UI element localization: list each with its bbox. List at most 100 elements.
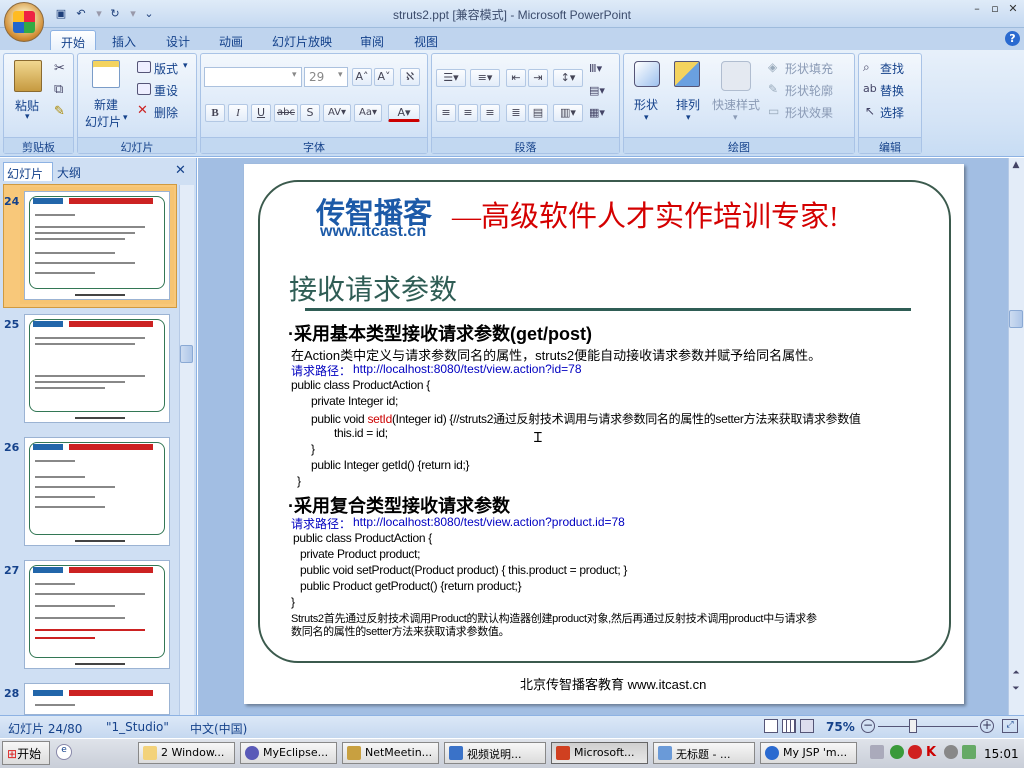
tab-home[interactable]: 开始 xyxy=(50,30,96,50)
minimize-button[interactable]: – xyxy=(968,2,986,18)
slide-scroll-thumb[interactable] xyxy=(1009,310,1023,328)
tab-animations[interactable]: 动画 xyxy=(213,30,249,50)
clear-format-icon[interactable]: ℵ xyxy=(400,68,420,86)
tab-slides-panel[interactable]: 幻灯片 xyxy=(3,162,53,181)
align-right-icon[interactable]: ≡ xyxy=(480,104,500,122)
tab-design[interactable]: 设计 xyxy=(160,30,196,50)
increase-indent-icon[interactable]: ⇥ xyxy=(528,69,548,87)
tab-slideshow[interactable]: 幻灯片放映 xyxy=(266,30,338,50)
align-left-icon[interactable]: ≡ xyxy=(436,104,456,122)
bold-icon[interactable]: B xyxy=(205,104,225,122)
slide-thumbnail[interactable] xyxy=(24,191,170,300)
slideshow-view-icon[interactable] xyxy=(800,719,814,733)
start-button[interactable]: ⊞开始 xyxy=(2,741,50,765)
slide-thumbnail[interactable] xyxy=(24,314,170,423)
arrange-icon[interactable] xyxy=(674,61,700,87)
smartart-icon[interactable]: ▦▾ xyxy=(589,106,605,119)
reset-button[interactable]: 重设 xyxy=(154,82,178,99)
underline-icon[interactable]: U xyxy=(251,104,271,122)
shapes-button[interactable]: 形状 xyxy=(634,96,658,113)
quick-styles-icon[interactable] xyxy=(721,61,751,91)
language-indicator[interactable]: 中文(中国) xyxy=(190,720,247,737)
tray-network-icon[interactable] xyxy=(870,745,884,759)
cut-icon[interactable]: ✂ xyxy=(54,61,65,76)
align-center-icon[interactable]: ≡ xyxy=(458,104,478,122)
shrink-font-icon[interactable]: A˅ xyxy=(374,68,394,86)
zoom-slider-handle[interactable] xyxy=(909,719,917,733)
task-button[interactable]: My JSP 'm... xyxy=(760,742,857,764)
task-button[interactable]: 视频说明... xyxy=(444,742,546,764)
layout-button[interactable]: 版式 xyxy=(154,60,178,77)
paste-icon[interactable] xyxy=(14,60,42,92)
slide-sorter-icon[interactable] xyxy=(782,719,796,733)
decrease-indent-icon[interactable]: ⇤ xyxy=(506,69,526,87)
close-button[interactable]: ✕ xyxy=(1004,2,1022,18)
shapes-icon[interactable] xyxy=(634,61,660,87)
tray-antivirus-icon[interactable] xyxy=(944,745,958,759)
char-spacing-icon[interactable]: AV▾ xyxy=(323,104,351,122)
tab-review[interactable]: 审阅 xyxy=(354,30,390,50)
task-button[interactable]: Microsoft... xyxy=(551,742,648,764)
font-size-dropdown-icon[interactable]: ▾ xyxy=(338,70,343,80)
slide-scrollbar[interactable] xyxy=(1008,158,1024,715)
format-painter-icon[interactable]: ✎ xyxy=(54,104,65,119)
theme-name[interactable]: "1_Studio" xyxy=(106,720,169,734)
bullets-icon[interactable]: ☰▾ xyxy=(436,69,466,87)
quick-styles-button[interactable]: 快速样式 xyxy=(712,96,760,113)
distribute-icon[interactable]: ▤ xyxy=(528,104,548,122)
font-name-input[interactable] xyxy=(204,67,302,87)
prev-slide-icon[interactable]: ⏶ xyxy=(1009,668,1023,682)
tab-outline-panel[interactable]: 大纲 xyxy=(54,162,99,181)
tab-insert[interactable]: 插入 xyxy=(106,30,142,50)
tray-volume-icon[interactable] xyxy=(962,745,976,759)
help-icon[interactable]: ? xyxy=(1005,31,1020,46)
task-button[interactable]: 2 Window... xyxy=(138,742,235,764)
task-button[interactable]: NetMeetin... xyxy=(342,742,439,764)
shape-effects-button[interactable]: 形状效果 xyxy=(785,104,833,121)
tray-record-icon[interactable] xyxy=(908,745,922,759)
shape-fill-button[interactable]: 形状填充 xyxy=(785,60,833,77)
tab-view[interactable]: 视图 xyxy=(408,30,444,50)
copy-icon[interactable]: ⧉ xyxy=(54,82,63,97)
tray-app-icon[interactable] xyxy=(890,745,904,759)
line-spacing-icon[interactable]: ↕▾ xyxy=(553,69,583,87)
panel-scroll-thumb[interactable] xyxy=(180,345,193,363)
layout-dropdown-icon[interactable]: ▾ xyxy=(183,61,188,71)
tray-k-icon[interactable]: K xyxy=(926,745,940,760)
new-slide-label2[interactable]: 幻灯片 xyxy=(85,113,121,130)
find-button[interactable]: 查找 xyxy=(880,60,904,77)
arrange-dropdown-icon[interactable]: ▾ xyxy=(686,113,691,123)
justify-icon[interactable]: ≣ xyxy=(506,104,526,122)
task-button[interactable]: MyEclipse... xyxy=(240,742,337,764)
quick-styles-dropdown-icon[interactable]: ▾ xyxy=(733,113,738,123)
task-button[interactable]: 无标题 - ... xyxy=(653,742,755,764)
slide-thumbnail[interactable] xyxy=(24,437,170,546)
new-slide-icon[interactable] xyxy=(92,60,120,88)
slide-thumbnail[interactable] xyxy=(24,683,170,715)
zoom-out-icon[interactable]: − xyxy=(861,719,875,733)
select-button[interactable]: 选择 xyxy=(880,104,904,121)
office-button[interactable] xyxy=(4,2,44,42)
font-color-icon[interactable]: A▾ xyxy=(388,104,420,122)
numbering-icon[interactable]: ≡▾ xyxy=(470,69,500,87)
replace-button[interactable]: 替换 xyxy=(880,82,904,99)
paste-dropdown-icon[interactable]: ▾ xyxy=(25,112,30,122)
strikethrough-icon[interactable]: abc xyxy=(274,104,298,122)
align-text-icon[interactable]: ▤▾ xyxy=(589,84,605,97)
new-slide-label[interactable]: 新建 xyxy=(94,96,118,113)
italic-icon[interactable]: I xyxy=(228,104,248,122)
fit-to-window-icon[interactable]: ⤢ xyxy=(1002,719,1018,733)
new-slide-dropdown-icon[interactable]: ▾ xyxy=(123,113,128,123)
arrange-button[interactable]: 排列 xyxy=(676,96,700,113)
font-name-dropdown-icon[interactable]: ▾ xyxy=(292,70,297,80)
shapes-dropdown-icon[interactable]: ▾ xyxy=(644,113,649,123)
close-panel-icon[interactable]: ✕ xyxy=(175,163,186,178)
zoom-level[interactable]: 75% xyxy=(826,720,855,734)
change-case-icon[interactable]: Aa▾ xyxy=(354,104,382,122)
grow-font-icon[interactable]: A˄ xyxy=(352,68,372,86)
shape-outline-button[interactable]: 形状轮廓 xyxy=(785,82,833,99)
slide-thumbnail[interactable] xyxy=(24,560,170,669)
normal-view-icon[interactable] xyxy=(764,719,778,733)
restore-button[interactable]: ▫ xyxy=(986,2,1004,18)
columns-icon[interactable]: ▥▾ xyxy=(553,104,583,122)
